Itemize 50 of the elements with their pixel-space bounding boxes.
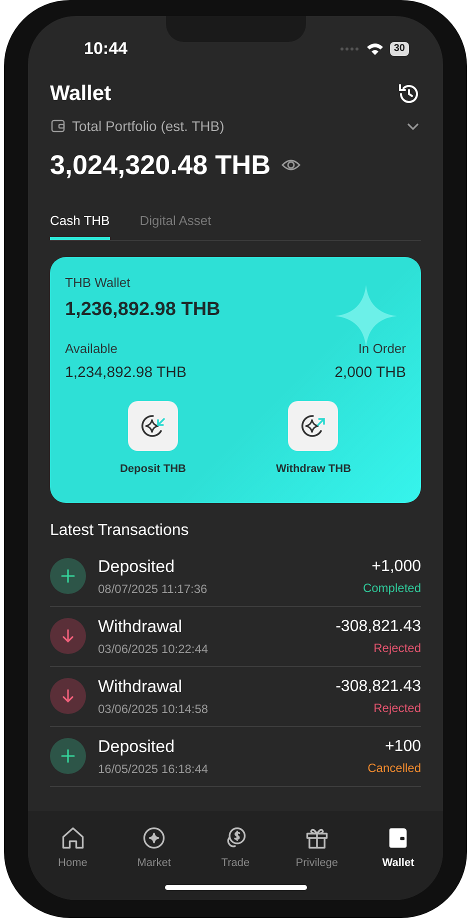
transaction-amount: +1,000 bbox=[372, 557, 421, 577]
transaction-amount: -308,821.43 bbox=[336, 617, 421, 637]
arrow-down-icon bbox=[50, 678, 86, 714]
transaction-row[interactable]: Deposited 16/05/2025 16:18:44 +100 Cancelled bbox=[50, 726, 421, 786]
card-balance: 1,236,892.98 THB bbox=[65, 298, 222, 322]
tab[interactable]: Cash THB bbox=[50, 211, 110, 240]
card-action-button[interactable]: Deposit THB bbox=[120, 400, 186, 477]
plus-icon bbox=[50, 558, 86, 594]
compass-icon bbox=[141, 824, 168, 850]
available-label: Available bbox=[65, 340, 119, 358]
nav-item[interactable]: Wallet bbox=[366, 824, 430, 871]
nav-item[interactable]: Home bbox=[40, 824, 105, 871]
transaction-status: Rejected bbox=[374, 700, 421, 717]
transaction-title: Deposited bbox=[98, 736, 176, 758]
card-action-button[interactable]: Withdraw THB bbox=[276, 400, 352, 477]
transaction-title: Withdrawal bbox=[98, 676, 184, 698]
transaction-status: Cancelled bbox=[368, 760, 421, 777]
signal-dots-icon bbox=[340, 47, 360, 51]
transaction-title: Withdrawal bbox=[98, 616, 184, 638]
nav-item[interactable]: Privilege bbox=[284, 824, 349, 871]
transaction-amount: +100 bbox=[384, 737, 421, 757]
transaction-amount: -308,821.43 bbox=[336, 677, 421, 697]
available-amount: 1,234,892.98 THB bbox=[65, 363, 186, 383]
transaction-row[interactable]: Withdrawal 03/06/2025 10:14:58 -308,821.43 Rejected bbox=[50, 666, 421, 726]
history-icon[interactable] bbox=[397, 82, 421, 106]
transaction-time: 03/06/2025 10:14:58 bbox=[98, 700, 210, 718]
transaction-time: 03/06/2025 10:22:44 bbox=[98, 640, 210, 658]
transaction-time: 16/05/2025 16:18:44 bbox=[98, 760, 210, 778]
nav-item[interactable]: Trade bbox=[203, 824, 268, 871]
status-time: 10:44 bbox=[84, 38, 128, 60]
in-order-label: In Order bbox=[358, 340, 406, 358]
wifi-icon bbox=[366, 42, 384, 56]
portfolio-total: 3,024,320.48 THB bbox=[50, 148, 271, 182]
transaction-row[interactable]: Deposited 08/07/2025 11:17:36 +1,000 Completed bbox=[50, 546, 421, 606]
portfolio-label: Total Portfolio (est. THB) bbox=[72, 116, 224, 136]
transaction-time: 08/07/2025 11:17:36 bbox=[98, 580, 208, 598]
section-title: Latest Transactions bbox=[50, 520, 190, 540]
transaction-status: Rejected bbox=[374, 640, 421, 657]
transaction-status: Completed bbox=[362, 580, 421, 597]
transaction-row[interactable]: Withdrawal 03/06/2025 10:22:44 -308,821.43 Rejected bbox=[50, 606, 421, 666]
transaction-title: Deposited bbox=[98, 556, 176, 578]
in-order-amount: 2,000 THB bbox=[334, 363, 406, 383]
home-icon bbox=[60, 824, 86, 850]
card-title: THB Wallet bbox=[65, 274, 132, 292]
plus-icon bbox=[50, 738, 86, 774]
nav-item[interactable]: Market bbox=[122, 824, 186, 871]
battery-indicator: 30 bbox=[390, 42, 409, 56]
arrow-down-icon bbox=[50, 618, 86, 654]
page-title: Wallet bbox=[50, 81, 112, 107]
wallet-icon bbox=[50, 118, 66, 134]
